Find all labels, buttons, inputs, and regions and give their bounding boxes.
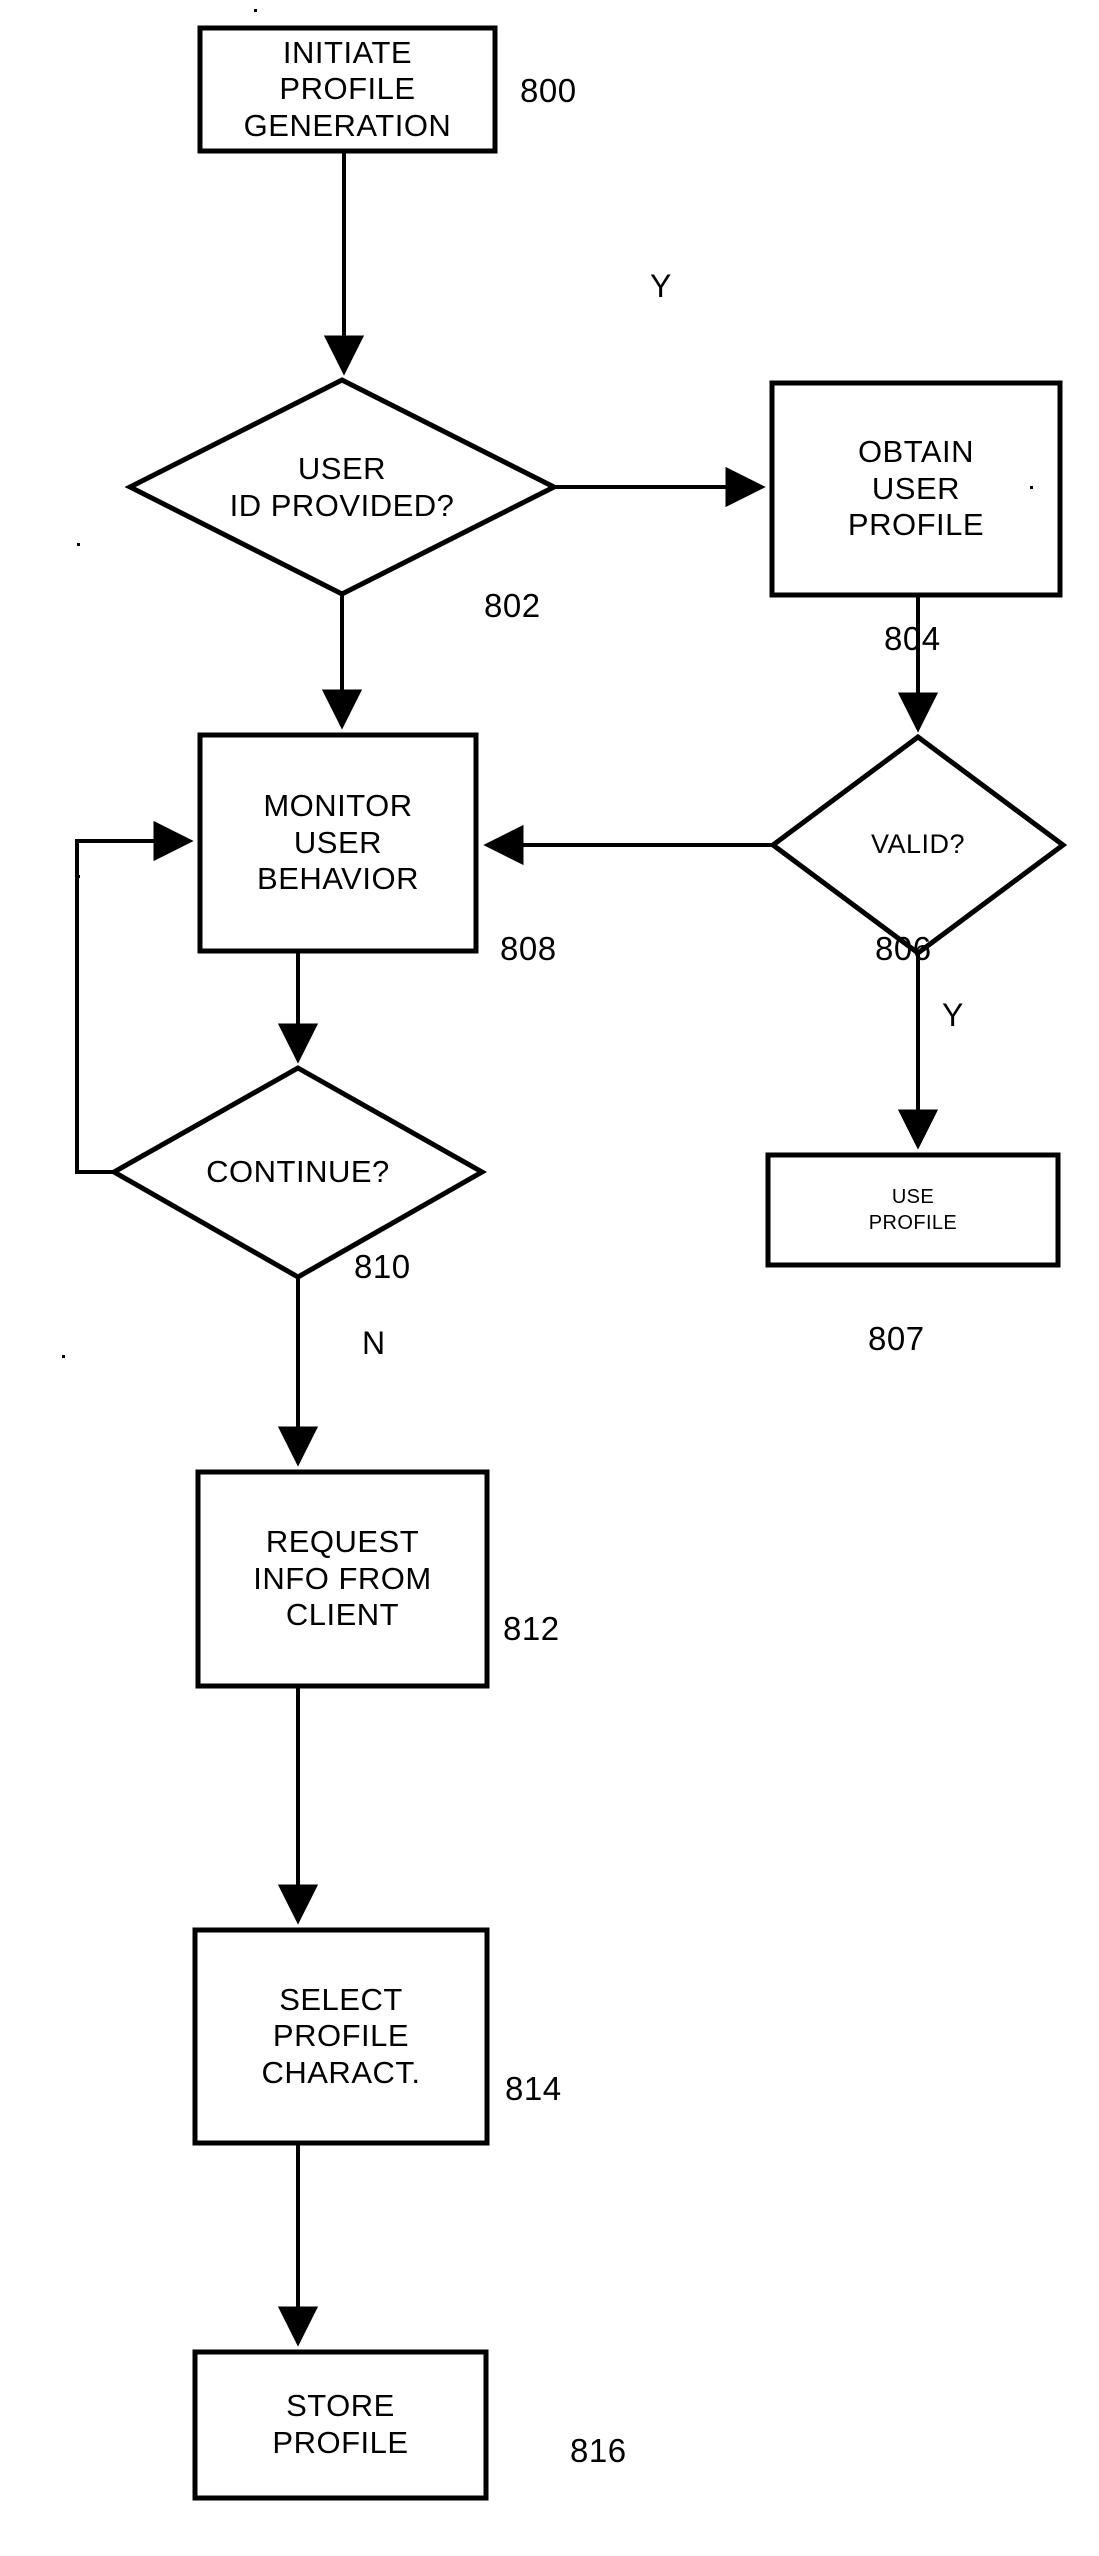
node-814-shape	[192, 1927, 490, 2146]
scan-speck	[254, 9, 257, 12]
branch-label-yes-806: Y	[942, 997, 964, 1033]
branch-label-yes-802: Y	[650, 268, 672, 304]
ref-numeral-808: 808	[500, 930, 557, 967]
node-800-shape	[197, 25, 498, 154]
ref-numeral-810: 810	[354, 1248, 411, 1285]
flowchart-canvas	[75, 25, 1068, 2501]
ref-numeral-806: 806	[875, 930, 932, 967]
branch-label-no-810: N	[362, 1325, 386, 1361]
node-812-shape	[195, 1469, 490, 1689]
ref-numeral-816: 816	[570, 2432, 627, 2469]
node-807-shape	[765, 1152, 1061, 1268]
scan-speck	[77, 875, 80, 878]
node-802-shape	[124, 377, 560, 597]
scan-speck	[77, 543, 80, 546]
ref-numeral-804: 804	[884, 620, 941, 657]
ref-numeral-807: 807	[868, 1320, 925, 1357]
ref-numeral-800: 800	[520, 72, 577, 109]
ref-numeral-802: 802	[484, 587, 541, 624]
node-808-shape	[197, 732, 479, 954]
patent-flowchart-figure: INITIATE PROFILE GENERATION USER ID PROV…	[0, 0, 1099, 2556]
scan-speck	[62, 1355, 65, 1358]
node-816-shape	[192, 2349, 489, 2501]
scan-speck	[1030, 486, 1033, 489]
node-810-shape	[108, 1065, 488, 1280]
node-806-shape	[768, 733, 1068, 957]
node-804-shape	[769, 380, 1063, 598]
edge-810-808-feedback	[75, 820, 194, 1174]
ref-numeral-814: 814	[505, 2070, 562, 2107]
ref-numeral-812: 812	[503, 1610, 560, 1647]
